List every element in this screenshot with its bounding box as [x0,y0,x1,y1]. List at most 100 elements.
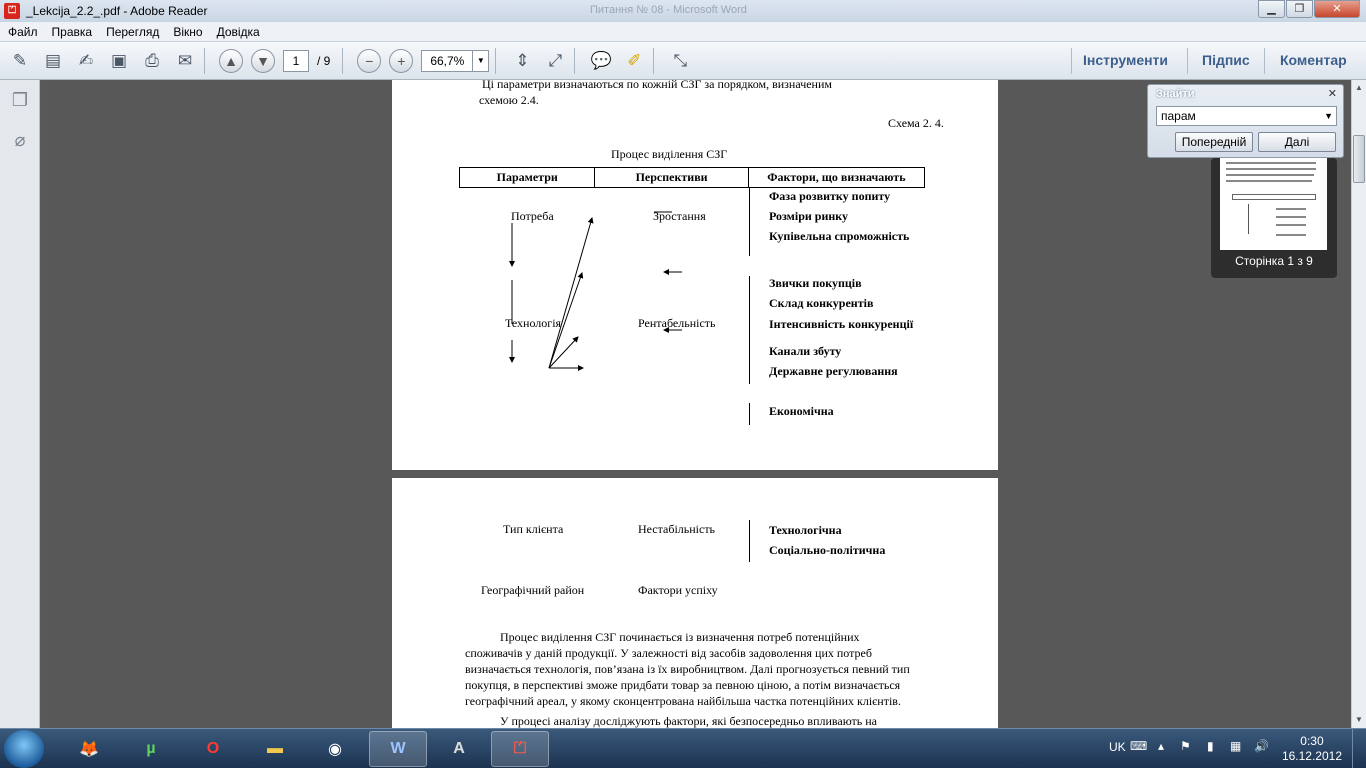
pdf-page-1: Ці параметри визначаються по кожній СЗГ … [392,80,998,470]
adobe-reader-task-icon[interactable]: ⏍ [491,731,549,767]
factor-socio-political: Соціально-політична [769,543,886,557]
language-indicator[interactable]: UK [1109,740,1126,754]
clock-date: 16.12.2012 [1281,749,1342,763]
page-number-input[interactable]: 1 [283,49,309,72]
find-panel: Знайти ✕ парам ▼ Попередній Далі [1147,84,1344,158]
scroll-thumb[interactable] [1353,135,1365,183]
fit-page-icon[interactable]: ⤢ [542,48,568,74]
close-icon[interactable]: ✕ [1328,87,1337,100]
page-thumbnails-icon[interactable]: ❐ [9,90,31,112]
firefox-icon[interactable]: 🦊 [60,731,118,767]
sign-link[interactable]: Підпис [1202,52,1250,68]
chrome-icon[interactable]: ◉ [306,731,364,767]
find-input[interactable]: парам ▼ [1156,106,1337,126]
param-client-type: Тип клієнта [503,522,564,536]
param-geo-region: Географічний район [481,583,585,597]
factor-market-size: Розміри ринку [769,209,849,223]
find-previous-button[interactable]: Попередній [1175,132,1253,152]
volume-icon[interactable]: 🔊 [1254,739,1269,753]
menu-view[interactable]: Перегляд [106,25,159,39]
scroll-down-icon[interactable]: ▼ [1352,712,1366,728]
scheme-arrows [509,211,682,371]
body-paragraph: Процес виділення СЗГ починається із визн… [465,629,955,728]
pdf-page-2: Тип клієнта Нестабільність Технологічна … [392,478,998,728]
next-page-button[interactable]: ▼ [251,48,275,73]
menu-window[interactable]: Вікно [173,25,202,39]
attachments-icon[interactable]: ⌀ [9,130,31,152]
print-icon[interactable]: ⎙ [139,48,165,74]
word-icon[interactable]: W [369,731,427,767]
perspective-success-factors: Фактори успіху [638,583,718,597]
paragraph-line: У процесі аналізу досліджують фактори, я… [500,714,878,728]
window-controls: ▁ ❐ ✕ [1257,0,1360,18]
expand-icon[interactable]: ⤡ [667,48,693,74]
factor-regulation: Державне регулювання [769,364,898,378]
zoom-in-button[interactable]: + [389,48,414,73]
edit-icon[interactable]: ✍ [73,48,99,74]
chevron-down-icon: ▼ [472,50,488,71]
toolbar: ✎ ▤ ✍ ▣ ⎙ ✉ ▲ ▼ 1 / 9 − + 66,7% ▼ ⇕ ⤢ 💬 … [0,42,1366,80]
title-bar: ⏍ _Lekcija_2.2_.pdf - Adobe Reader Питан… [0,0,1366,22]
document-view[interactable]: Ці параметри визначаються по кожній СЗГ … [41,80,1351,728]
keyboard-icon[interactable]: ⌨ [1130,739,1147,753]
show-desktop-button[interactable] [1352,729,1366,768]
find-label: Знайти [1156,88,1195,100]
navigation-pane: ❐ ⌀ [0,80,40,728]
tools-link[interactable]: Інструменти [1083,52,1168,68]
network-icon[interactable]: ▦ [1230,739,1241,753]
factor-competition-intensity: Інтенсивність конкуренції [769,317,914,331]
adobe-reader-icon: ⏍ [4,3,20,19]
factor-bracket-4 [749,520,750,562]
comment-icon[interactable]: 💬 [588,48,614,74]
paragraph-line: покупця, в перспективі зможе придбати то… [465,678,901,692]
system-clock[interactable]: 0:30 16.12.2012 [1282,734,1342,764]
factor-technological: Технологічна [769,523,842,537]
save-icon[interactable]: ▣ [106,48,132,74]
comment-link[interactable]: Коментар [1280,52,1347,68]
email-icon[interactable]: ✉ [172,48,198,74]
paragraph-line: географічний ареал, у якому сконцентрова… [465,694,901,708]
menu-file[interactable]: Файл [8,25,38,39]
clock-time: 0:30 [1300,734,1324,748]
scroll-up-icon[interactable]: ▲ [1352,80,1366,96]
document-app-icon[interactable]: A [430,731,488,767]
menu-edit[interactable]: Правка [52,25,93,39]
menu-help[interactable]: Довідка [217,25,260,39]
paragraph-line: споживачів у даній продукції. У залежнос… [465,646,872,660]
tray-arrow-icon[interactable]: ▴ [1158,739,1164,753]
close-button[interactable]: ✕ [1314,0,1360,18]
action-center-icon[interactable]: ⚑ [1180,739,1191,753]
fit-width-icon[interactable]: ⇕ [509,48,535,74]
combine-icon[interactable]: ▤ [40,48,66,74]
window-title: _Lekcija_2.2_.pdf - Adobe Reader [26,4,208,18]
opera-icon[interactable]: O [184,731,242,767]
vertical-scrollbar[interactable]: ▲ ▼ [1351,80,1366,728]
previous-page-button[interactable]: ▲ [219,48,243,73]
battery-icon[interactable]: ▮ [1207,739,1214,753]
background-window-title: Питання № 08 - Microsoft Word [590,4,747,16]
utorrent-icon[interactable]: µ [122,731,180,767]
perspective-instability: Нестабільність [638,522,716,536]
factor-bracket-2 [749,276,750,384]
start-button[interactable] [4,730,44,768]
zoom-out-button[interactable]: − [357,48,382,73]
factor-distribution: Канали збуту [769,344,842,358]
zoom-select[interactable]: 66,7% ▼ [421,49,490,72]
find-next-button[interactable]: Далі [1258,132,1336,152]
factor-demand-phase: Фаза розвитку попиту [769,189,891,203]
thumbnail-caption: Сторінка 1 з 9 [1235,254,1313,268]
chevron-down-icon[interactable]: ▼ [1324,107,1333,125]
page-thumbnail [1220,158,1327,250]
maximize-button[interactable]: ❐ [1286,0,1313,18]
factor-bracket-1 [749,188,750,256]
page-thumbnail-popup: Сторінка 1 з 9 [1211,158,1337,278]
explorer-folder-icon[interactable]: ▬ [246,731,304,767]
find-query: парам [1161,109,1196,123]
factor-bracket-3 [749,403,750,425]
factor-economic: Економічна [769,404,834,418]
zoom-value: 66,7% [430,53,465,68]
minimize-button[interactable]: ▁ [1258,0,1285,18]
factor-purchasing-power: Купівельна спроможність [769,229,910,243]
highlight-icon[interactable]: ✐ [621,48,647,74]
create-pdf-icon[interactable]: ✎ [7,48,33,74]
